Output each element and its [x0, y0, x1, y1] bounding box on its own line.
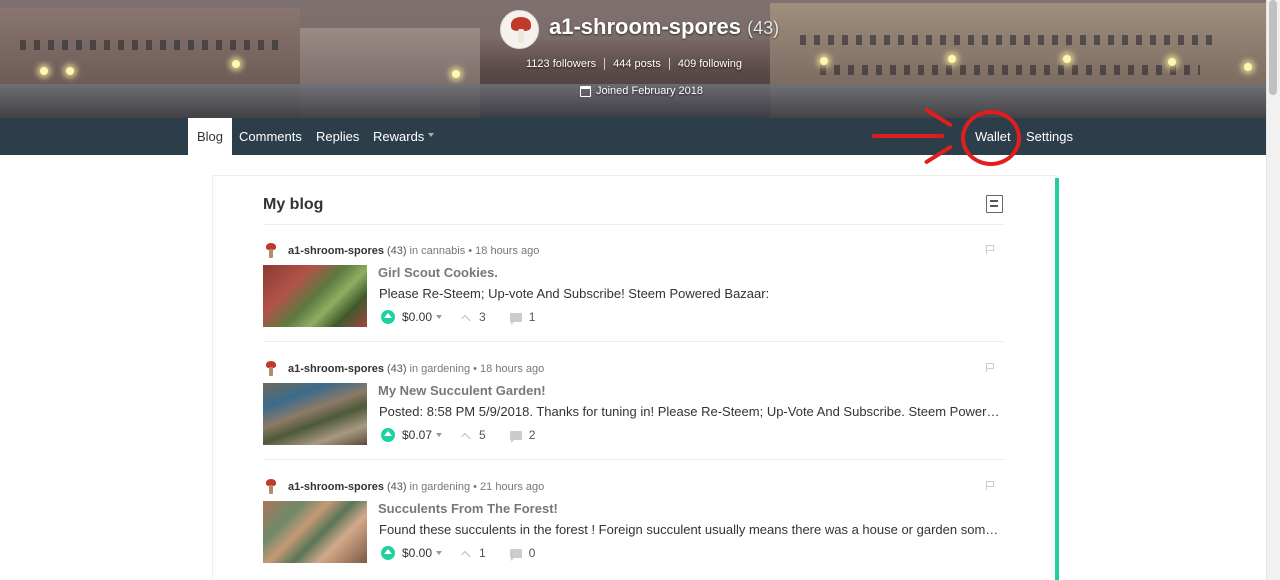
author-reputation: (43) [386, 481, 407, 493]
chevron-down-icon[interactable] [436, 551, 443, 555]
comments-icon [509, 430, 522, 443]
author-name[interactable]: a1-shroom-spores [288, 363, 384, 375]
comments-icon [509, 548, 522, 561]
post-thumbnail[interactable] [263, 501, 367, 563]
votes-icon [461, 314, 471, 324]
banner-lamp [66, 67, 74, 75]
upvote-icon[interactable] [381, 546, 395, 560]
banner-lamp [1168, 58, 1176, 66]
post-author-line: a1-shroom-spores (43) in gardening • 18 … [263, 361, 544, 377]
comments-icon [509, 312, 522, 325]
tab-comments[interactable]: Comments [230, 118, 311, 155]
post-summary[interactable]: Please Re-Steem; Up-vote And Subscribe! … [379, 286, 1004, 301]
post-footer: $0.07 5 2 [381, 426, 535, 444]
layout-toggle-icon[interactable] [986, 195, 1003, 213]
calendar-icon [580, 85, 591, 97]
upvote-icon[interactable] [381, 428, 395, 442]
scrollbar-thumb[interactable] [1269, 0, 1277, 95]
divider [263, 459, 1005, 460]
profile-navbar: Blog Comments Replies Rewards Wallet Set… [0, 118, 1266, 155]
post-summary[interactable]: Posted: 8:58 PM 5/9/2018. Thanks for tun… [379, 404, 1004, 419]
votes-count[interactable]: 5 [479, 428, 486, 442]
tab-rewards-label: Rewards [373, 129, 425, 144]
posts-count[interactable]: 444 posts [605, 58, 670, 70]
votes-icon [461, 432, 471, 442]
banner-windows [20, 40, 280, 50]
tab-blog[interactable]: Blog [188, 118, 233, 155]
page-scrollbar[interactable] [1266, 0, 1280, 580]
list-item: a1-shroom-spores (43) in gardening • 21 … [263, 479, 1005, 580]
upvote-icon[interactable] [381, 310, 395, 324]
tab-replies[interactable]: Replies [307, 118, 368, 155]
author-reputation: (43) [386, 363, 407, 375]
page-title: My blog [263, 196, 324, 213]
tab-settings[interactable]: Settings [1017, 118, 1082, 155]
banner-lamp [948, 55, 956, 63]
banner-lamp [40, 67, 48, 75]
flag-icon[interactable] [986, 481, 994, 490]
flag-icon[interactable] [986, 245, 994, 254]
post-footer: $0.00 1 0 [381, 544, 535, 562]
profile-name: a1-shroom-spores (43) [549, 14, 779, 40]
chevron-down-icon[interactable] [436, 315, 443, 319]
votes-icon [461, 550, 471, 560]
profile-avatar[interactable] [500, 10, 539, 49]
list-item: a1-shroom-spores (43) in cannabis • 18 h… [263, 243, 1005, 361]
comments-count[interactable]: 2 [529, 428, 536, 442]
post-title[interactable]: Succulents From The Forest! [378, 501, 558, 516]
author-avatar[interactable] [263, 479, 279, 495]
post-thumbnail[interactable] [263, 383, 367, 445]
joined-date: Joined February 2018 [580, 85, 703, 97]
banner-lamp [452, 70, 460, 78]
divider [263, 224, 1005, 225]
post-meta: in cannabis • 18 hours ago [409, 245, 540, 257]
payout-value[interactable]: $0.00 [402, 546, 432, 560]
author-avatar[interactable] [263, 361, 279, 377]
profile-stats: 1123 followers 444 posts 409 following [526, 58, 750, 70]
author-name[interactable]: a1-shroom-spores [288, 245, 384, 257]
divider [263, 341, 1005, 342]
payout-value[interactable]: $0.07 [402, 428, 432, 442]
list-item: a1-shroom-spores (43) in gardening • 18 … [263, 361, 1005, 479]
post-footer: $0.00 3 1 [381, 308, 535, 326]
banner-lamp [820, 57, 828, 65]
followers-count[interactable]: 1123 followers [526, 58, 606, 70]
banner-lamp [1244, 63, 1252, 71]
chevron-down-icon [428, 132, 435, 137]
annotation-arrow [872, 134, 944, 138]
profile-reputation: (43) [747, 18, 780, 38]
banner-lamp [1063, 55, 1071, 63]
banner-windows [800, 35, 1220, 45]
post-title[interactable]: My New Succulent Garden! [378, 383, 546, 398]
post-meta: in gardening • 18 hours ago [409, 363, 545, 375]
votes-count[interactable]: 1 [479, 546, 486, 560]
post-title[interactable]: Girl Scout Cookies. [378, 265, 498, 280]
banner-windows [820, 65, 1200, 75]
post-author-line: a1-shroom-spores (43) in cannabis • 18 h… [263, 243, 539, 259]
joined-label: Joined February 2018 [596, 85, 704, 97]
post-thumbnail[interactable] [263, 265, 367, 327]
post-summary[interactable]: Found these succulents in the forest ! F… [379, 522, 1004, 537]
chevron-down-icon[interactable] [436, 433, 443, 437]
author-reputation: (43) [386, 245, 407, 257]
mushroom-stem-icon [518, 29, 524, 43]
author-avatar[interactable] [263, 243, 279, 259]
comments-count[interactable]: 1 [529, 310, 536, 324]
tab-rewards[interactable]: Rewards [364, 118, 443, 155]
comments-count[interactable]: 0 [529, 546, 536, 560]
annotation-circle [961, 110, 1021, 166]
banner-lamp [232, 60, 240, 68]
payout-value[interactable]: $0.00 [402, 310, 432, 324]
author-name[interactable]: a1-shroom-spores [288, 481, 384, 493]
following-count[interactable]: 409 following [670, 58, 750, 70]
post-meta: in gardening • 21 hours ago [409, 481, 545, 493]
accent-bar [1055, 178, 1059, 580]
profile-username: a1-shroom-spores [549, 14, 741, 39]
flag-icon[interactable] [986, 363, 994, 372]
votes-count[interactable]: 3 [479, 310, 486, 324]
post-author-line: a1-shroom-spores (43) in gardening • 21 … [263, 479, 544, 495]
